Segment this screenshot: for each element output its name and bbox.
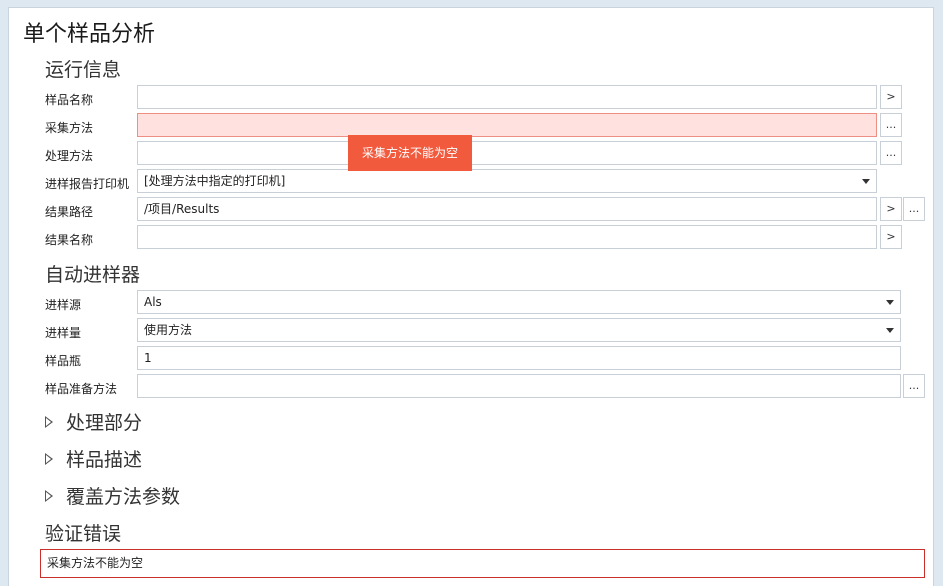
validation-error-message: 采集方法不能为空 bbox=[40, 549, 925, 578]
group-sample-description-label: 样品描述 bbox=[66, 449, 143, 471]
inject-source-value: Als bbox=[144, 295, 162, 309]
error-tooltip: 采集方法不能为空 bbox=[348, 135, 472, 171]
page-title: 单个样品分析 bbox=[23, 22, 156, 47]
printer-select-value: [处理方法中指定的打印机] bbox=[144, 174, 286, 188]
inject-source-label: 进样源 bbox=[45, 298, 82, 312]
acq-method-label: 采集方法 bbox=[45, 121, 94, 135]
group-processing-label: 处理部分 bbox=[66, 412, 143, 434]
proc-method-input[interactable] bbox=[137, 141, 877, 165]
result-path-next-button[interactable]: > bbox=[880, 197, 902, 221]
proc-method-browse-button[interactable]: ... bbox=[880, 141, 902, 165]
result-path-input[interactable]: /项目/Results bbox=[137, 197, 877, 221]
result-name-label: 结果名称 bbox=[45, 233, 94, 247]
group-processing[interactable]: 处理部分 bbox=[45, 408, 142, 435]
expand-triangle-icon bbox=[45, 415, 53, 428]
vial-input[interactable]: 1 bbox=[137, 346, 901, 370]
prep-method-label: 样品准备方法 bbox=[45, 382, 118, 396]
section-title-run-info: 运行信息 bbox=[45, 59, 122, 81]
result-name-input[interactable] bbox=[137, 225, 877, 249]
vial-label: 样品瓶 bbox=[45, 354, 82, 368]
prep-method-browse-button[interactable]: ... bbox=[903, 374, 925, 398]
chevron-down-icon bbox=[886, 328, 894, 333]
inject-volume-select[interactable]: 使用方法 bbox=[137, 318, 901, 342]
chevron-down-icon bbox=[862, 179, 870, 184]
sample-name-label: 样品名称 bbox=[45, 93, 94, 107]
prep-method-input[interactable] bbox=[137, 374, 901, 398]
sample-name-input[interactable] bbox=[137, 85, 877, 109]
group-override-params-label: 覆盖方法参数 bbox=[66, 486, 181, 508]
inject-source-select[interactable]: Als bbox=[137, 290, 901, 314]
inject-volume-label: 进样量 bbox=[45, 326, 82, 340]
result-path-browse-button[interactable]: ... bbox=[903, 197, 925, 221]
printer-label: 进样报告打印机 bbox=[45, 177, 130, 191]
expand-triangle-icon bbox=[45, 452, 53, 465]
section-title-validation: 验证错误 bbox=[45, 523, 122, 545]
chevron-down-icon bbox=[886, 300, 894, 305]
acq-method-browse-button[interactable]: ... bbox=[880, 113, 902, 137]
result-name-next-button[interactable]: > bbox=[880, 225, 902, 249]
printer-select[interactable]: [处理方法中指定的打印机] bbox=[137, 169, 877, 193]
section-title-autosampler: 自动进样器 bbox=[45, 264, 141, 286]
result-path-label: 结果路径 bbox=[45, 205, 94, 219]
group-sample-description[interactable]: 样品描述 bbox=[45, 445, 142, 472]
expand-triangle-icon bbox=[45, 489, 53, 502]
proc-method-label: 处理方法 bbox=[45, 149, 94, 163]
sample-name-next-button[interactable]: > bbox=[880, 85, 902, 109]
inject-volume-value: 使用方法 bbox=[144, 323, 193, 337]
acq-method-input[interactable] bbox=[137, 113, 877, 137]
group-override-params[interactable]: 覆盖方法参数 bbox=[45, 482, 180, 509]
